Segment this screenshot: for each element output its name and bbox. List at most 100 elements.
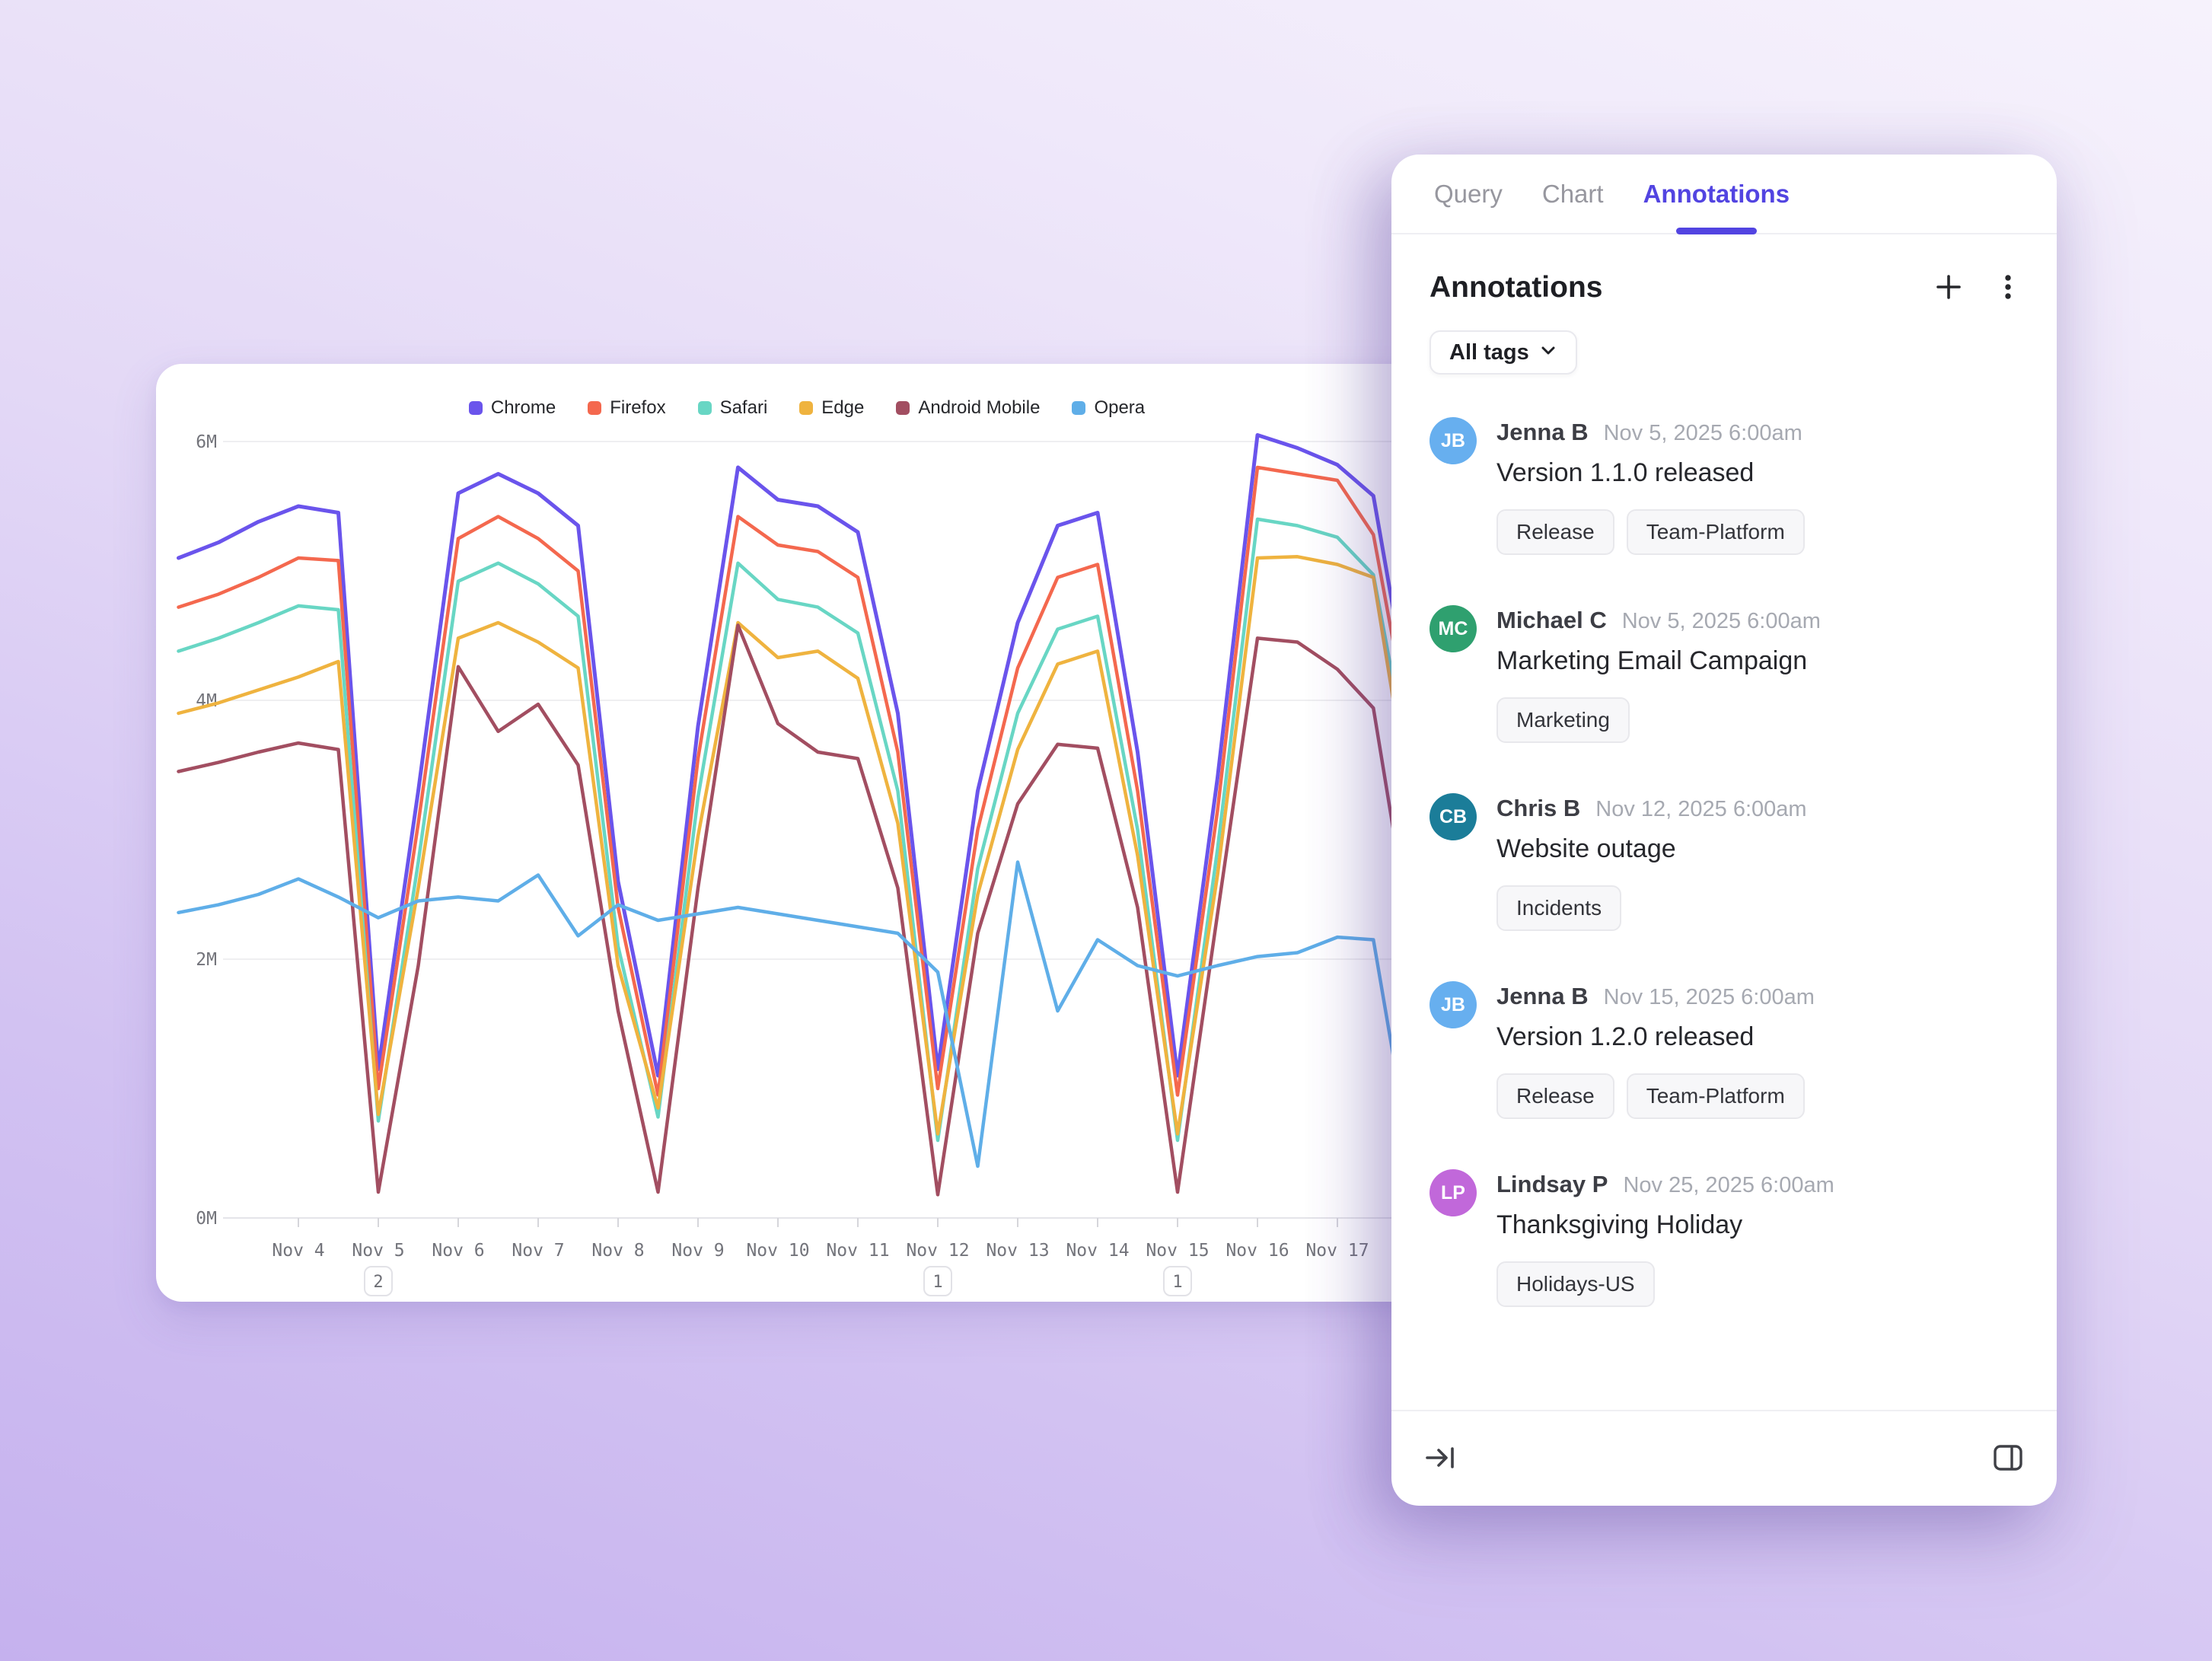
- annotation-title: Version 1.1.0 released: [1496, 458, 1805, 488]
- svg-text:Nov 17: Nov 17: [1305, 1241, 1369, 1261]
- legend-item-android-mobile[interactable]: Android Mobile: [896, 397, 1040, 419]
- svg-text:2: 2: [373, 1273, 383, 1292]
- legend-item-firefox[interactable]: Firefox: [588, 397, 665, 419]
- svg-text:1: 1: [932, 1273, 942, 1292]
- legend-label: Edge: [821, 397, 864, 419]
- chevron-down-icon: [1539, 340, 1557, 365]
- legend-item-chrome[interactable]: Chrome: [469, 397, 556, 419]
- tab-annotations[interactable]: Annotations: [1643, 155, 1790, 233]
- legend-swatch-icon: [799, 401, 813, 415]
- annotation-title: Website outage: [1496, 834, 1807, 864]
- svg-text:Nov 8: Nov 8: [591, 1241, 644, 1261]
- svg-text:Nov 6: Nov 6: [432, 1241, 484, 1261]
- svg-text:Nov 12: Nov 12: [906, 1241, 969, 1261]
- annotation-item[interactable]: JBJenna BNov 5, 2025 6:00amVersion 1.1.0…: [1430, 417, 2026, 555]
- tag-badge: Incidents: [1496, 885, 1621, 931]
- svg-text:Nov 10: Nov 10: [746, 1241, 809, 1261]
- annotation-tags: Holidays-US: [1496, 1261, 1834, 1307]
- annotation-body: Michael C Nov 5, 2025 6:00am Marketing Ema…: [1496, 605, 1821, 743]
- annotation-tags: ReleaseTeam-Platform: [1496, 1073, 1815, 1119]
- annotation-body: Jenna B Nov 5, 2025 6:00am Version 1.1.0 r…: [1496, 417, 1805, 555]
- legend-label: Android Mobile: [918, 397, 1040, 419]
- avatar: LP: [1430, 1169, 1477, 1216]
- tag-filter-label: All tags: [1449, 340, 1529, 365]
- annotation-title: Thanksgiving Holiday: [1496, 1210, 1834, 1240]
- avatar: JB: [1430, 981, 1477, 1028]
- tag-badge: Holidays-US: [1496, 1261, 1655, 1307]
- annotation-meta: Jenna B Nov 5, 2025 6:00am: [1496, 419, 1805, 446]
- annotation-tags: Marketing: [1496, 697, 1821, 743]
- legend-swatch-icon: [588, 401, 601, 415]
- collapse-panel-button[interactable]: [1422, 1440, 1458, 1477]
- legend-item-opera[interactable]: Opera: [1072, 397, 1145, 419]
- legend-item-safari[interactable]: Safari: [698, 397, 768, 419]
- tag-badge: Release: [1496, 509, 1614, 555]
- tab-query[interactable]: Query: [1434, 155, 1503, 233]
- annotation-title: Version 1.2.0 released: [1496, 1022, 1815, 1052]
- annotation-meta: Michael C Nov 5, 2025 6:00am: [1496, 607, 1821, 634]
- line-chart[interactable]: 0M2M4M6MNov 4Nov 5Nov 6Nov 7Nov 8Nov 9No…: [156, 364, 1458, 1302]
- svg-text:Nov 7: Nov 7: [512, 1241, 564, 1261]
- annotation-timestamp: Nov 5, 2025 6:00am: [1604, 421, 1802, 446]
- add-annotation-button[interactable]: [1930, 269, 1967, 306]
- annotation-author: Chris B: [1496, 795, 1580, 822]
- panel-tabs: Query Chart Annotations: [1391, 155, 2057, 234]
- svg-text:Nov 4: Nov 4: [272, 1241, 324, 1261]
- tag-badge: Team-Platform: [1627, 1073, 1805, 1119]
- legend-item-edge[interactable]: Edge: [799, 397, 864, 419]
- annotation-title: Marketing Email Campaign: [1496, 646, 1821, 676]
- avatar: CB: [1430, 793, 1477, 840]
- annotation-author: Lindsay P: [1496, 1171, 1608, 1198]
- annotation-item[interactable]: LP Lindsay P Nov 25, 2025 6:00am Thanksgivi…: [1430, 1169, 2026, 1307]
- svg-text:Nov 11: Nov 11: [826, 1241, 889, 1261]
- tag-badge: Team-Platform: [1627, 509, 1805, 555]
- annotation-tags: Release Team-Platform: [1496, 509, 1805, 555]
- annotation-body: Lindsay P Nov 25, 2025 6:00am Thanksgiving…: [1496, 1169, 1834, 1307]
- svg-text:6M: 6M: [196, 432, 217, 452]
- kebab-icon: [1991, 270, 2025, 306]
- split-panel-icon: [1990, 1440, 2026, 1478]
- layout-panel-button[interactable]: [1990, 1440, 2026, 1477]
- legend-label: Firefox: [610, 397, 665, 419]
- annotation-author: Michael C: [1496, 607, 1607, 634]
- annotation-item[interactable]: JB Jenna BNov 15, 2025 6:00am Version 1.2.…: [1430, 981, 2026, 1119]
- panel-header: Annotations: [1391, 234, 2057, 306]
- legend-label: Chrome: [491, 397, 556, 419]
- annotation-meta: Chris B Nov 12, 2025 6:00am: [1496, 795, 1807, 822]
- panel-footer: [1391, 1410, 2057, 1506]
- tab-chart[interactable]: Chart: [1542, 155, 1604, 233]
- legend-label: Opera: [1094, 397, 1145, 419]
- chart-legend: Chrome Firefox Safari Edge Android Mobile Ope…: [156, 397, 1458, 419]
- plus-icon: [1932, 270, 1965, 306]
- annotation-meta: Jenna BNov 15, 2025 6:00am: [1496, 983, 1815, 1010]
- annotation-tags: Incidents: [1496, 885, 1807, 931]
- svg-text:0M: 0M: [196, 1209, 217, 1229]
- svg-text:Nov 9: Nov 9: [671, 1241, 724, 1261]
- annotation-timestamp: Nov 25, 2025 6:00am: [1623, 1173, 1834, 1198]
- annotation-timestamp: Nov 12, 2025 6:00am: [1595, 797, 1806, 822]
- legend-swatch-icon: [698, 401, 712, 415]
- annotation-timestamp: Nov 5, 2025 6:00am: [1622, 609, 1821, 634]
- svg-text:Nov 14: Nov 14: [1066, 1241, 1129, 1261]
- legend-swatch-icon: [896, 401, 910, 415]
- annotation-author: Jenna B: [1496, 983, 1589, 1010]
- annotation-item[interactable]: MC Michael C Nov 5, 2025 6:00am Marketing E…: [1430, 605, 2026, 743]
- svg-text:Nov 15: Nov 15: [1146, 1241, 1209, 1261]
- legend-swatch-icon: [1072, 401, 1085, 415]
- avatar: MC: [1430, 605, 1477, 652]
- annotation-body: Jenna BNov 15, 2025 6:00am Version 1.2.0 …: [1496, 981, 1815, 1119]
- annotation-author: Jenna B: [1496, 419, 1589, 446]
- svg-text:1: 1: [1172, 1273, 1182, 1292]
- svg-text:Nov 5: Nov 5: [352, 1241, 404, 1261]
- annotations-panel: Query Chart Annotations Annotations All …: [1391, 155, 2057, 1506]
- tag-badge: Marketing: [1496, 697, 1630, 743]
- tag-filter-dropdown[interactable]: All tags: [1430, 330, 1577, 375]
- annotation-meta: Lindsay P Nov 25, 2025 6:00am: [1496, 1171, 1834, 1198]
- annotation-item[interactable]: CB Chris B Nov 12, 2025 6:00am Website outa…: [1430, 793, 2026, 931]
- annotation-body: Chris B Nov 12, 2025 6:00am Website outage…: [1496, 793, 1807, 931]
- svg-text:Nov 13: Nov 13: [986, 1241, 1049, 1261]
- chart-card: 0M2M4M6MNov 4Nov 5Nov 6Nov 7Nov 8Nov 9No…: [156, 364, 1458, 1302]
- legend-label: Safari: [720, 397, 768, 419]
- more-options-button[interactable]: [1990, 269, 2026, 306]
- svg-text:2M: 2M: [196, 950, 217, 970]
